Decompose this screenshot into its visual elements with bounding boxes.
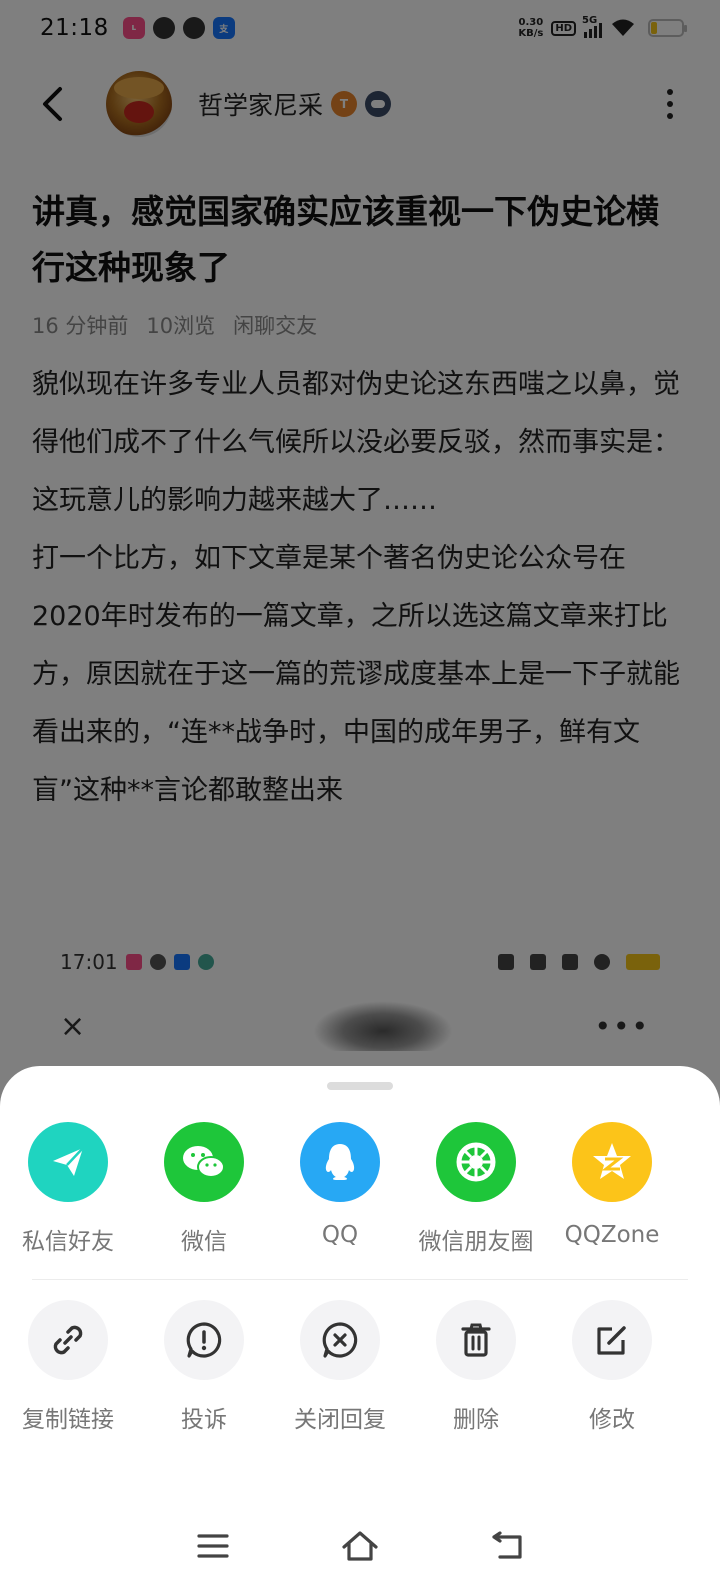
report-button[interactable]: 投诉 [136, 1300, 272, 1434]
action-label: 关闭回复 [294, 1407, 386, 1433]
action-label: 删除 [453, 1407, 499, 1433]
action-label: 修改 [589, 1407, 635, 1433]
share-qq-button[interactable]: QQ [272, 1122, 408, 1256]
share-label: 私信好友 [22, 1229, 114, 1255]
back-icon[interactable] [490, 1531, 524, 1561]
link-icon [28, 1300, 108, 1380]
wechat-moments-icon [436, 1122, 516, 1202]
share-moments-button[interactable]: 微信朋友圈 [408, 1122, 544, 1256]
action-label: 投诉 [181, 1407, 227, 1433]
share-label: QQZone [564, 1222, 660, 1248]
share-wechat-button[interactable]: 微信 [136, 1122, 272, 1256]
paper-plane-icon [28, 1122, 108, 1202]
share-targets: 私信好友 微信 QQ 微信朋友圈 QQZone [0, 1122, 720, 1256]
share-private-message-button[interactable]: 私信好友 [0, 1122, 136, 1256]
trash-icon [436, 1300, 516, 1380]
share-label: QQ [321, 1222, 359, 1248]
home-icon[interactable] [340, 1529, 380, 1563]
wechat-icon [164, 1122, 244, 1202]
qq-penguin-icon [300, 1122, 380, 1202]
delete-button[interactable]: 删除 [408, 1300, 544, 1434]
qzone-star-icon [572, 1122, 652, 1202]
close-reply-icon [300, 1300, 380, 1380]
close-reply-button[interactable]: 关闭回复 [272, 1300, 408, 1434]
edit-button[interactable]: 修改 [544, 1300, 680, 1434]
system-nav-bar [0, 1500, 720, 1592]
edit-icon [572, 1300, 652, 1380]
post-actions: 复制链接 投诉 关闭回复 删除 修改 [0, 1300, 720, 1434]
menu-icon[interactable] [196, 1532, 230, 1560]
drag-handle[interactable] [327, 1082, 393, 1090]
report-icon [164, 1300, 244, 1380]
share-label: 微信朋友圈 [418, 1229, 534, 1255]
share-qzone-button[interactable]: QQZone [544, 1122, 680, 1256]
action-label: 复制链接 [22, 1407, 114, 1433]
share-label: 微信 [181, 1229, 227, 1255]
sheet-divider [32, 1279, 688, 1280]
copy-link-button[interactable]: 复制链接 [0, 1300, 136, 1434]
screen: 21:18 ʟ 支 0.30 KB/s HD 5G [0, 0, 720, 1592]
